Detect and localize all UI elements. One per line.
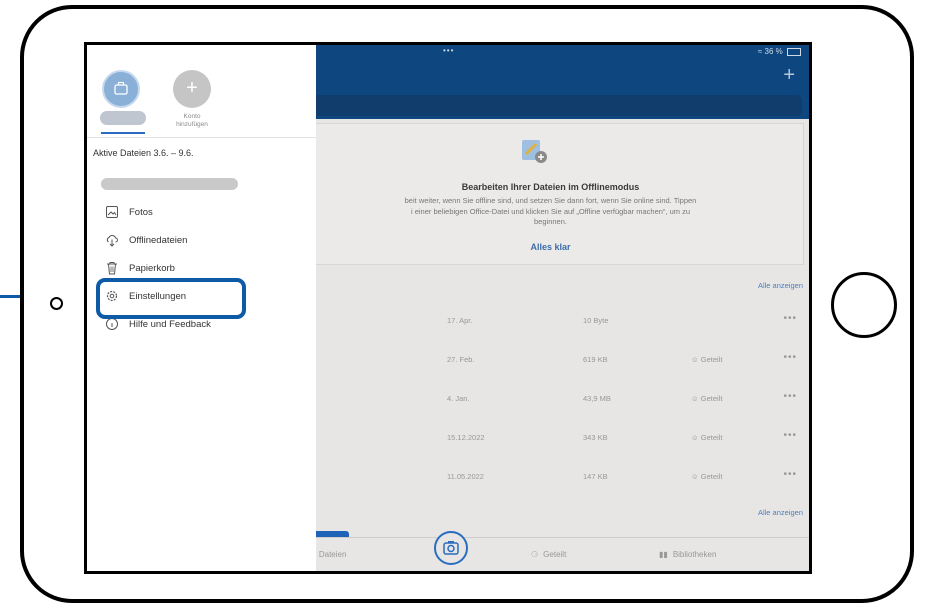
account-email-redacted xyxy=(101,178,238,190)
file-size: 343 KB xyxy=(583,433,608,442)
active-files-label: Aktive Dateien 3.6. – 9.6. xyxy=(93,148,194,158)
shared-label: Geteilt xyxy=(700,472,723,481)
photo-icon xyxy=(106,206,118,218)
offline-body-line: beit weiter, wenn Sie offline sind, und … xyxy=(404,196,697,205)
file-date: 15.12.2022 xyxy=(447,433,485,442)
file-size: 10 Byte xyxy=(583,316,609,325)
divider xyxy=(87,137,316,138)
offline-title: Bearbeiten Ihrer Dateien im Offlinemodus xyxy=(461,182,640,192)
more-options-button[interactable]: ••• xyxy=(783,352,797,363)
people-icon: ☺ xyxy=(691,433,699,442)
add-account-label: Konto hinzufügen xyxy=(159,113,225,129)
more-options-button[interactable]: ••• xyxy=(783,469,797,480)
add-account-label-line: Konto xyxy=(183,113,201,120)
trash-icon xyxy=(107,262,117,275)
cloud-download-icon xyxy=(106,235,118,247)
file-date: 11.05.2022 xyxy=(447,472,484,481)
tab-label: Geteilt xyxy=(543,550,567,559)
file-row[interactable]: 17. Apr. 10 Byte ••• xyxy=(297,307,809,333)
people-icon: ☺ xyxy=(691,394,699,403)
more-options-button[interactable]: ••• xyxy=(783,391,797,402)
camera-button[interactable] xyxy=(434,531,468,565)
menu-item-label: Hilfe und Feedback xyxy=(129,319,211,330)
multitasking-dots: ••• xyxy=(443,46,455,55)
offline-body-line: i einer beliebigen Office-Datei und klic… xyxy=(410,206,691,216)
add-account-button[interactable]: + xyxy=(173,70,211,108)
more-options-button[interactable]: ••• xyxy=(783,430,797,441)
shared-label: Geteilt xyxy=(700,394,723,403)
offline-info-card: Bearbeiten Ihrer Dateien im Offlinemodus… xyxy=(297,123,804,265)
camera-icon xyxy=(443,541,459,555)
file-size: 43,9 MB xyxy=(583,394,611,403)
file-size: 147 KB xyxy=(583,472,608,481)
screen: ••• ≈ 36 % + Bearbeiten Ihrer Dateien im… xyxy=(84,42,812,574)
battery-icon xyxy=(787,47,801,56)
shared-badge: ☺ Geteilt xyxy=(691,394,722,403)
briefcase-icon xyxy=(114,81,128,95)
battery-percent: 36 % xyxy=(764,47,783,56)
front-camera xyxy=(50,297,63,310)
add-button[interactable]: + xyxy=(783,65,795,85)
account-avatar[interactable] xyxy=(102,70,140,108)
menu-item-label: Papierkorb xyxy=(129,263,175,274)
shared-label: Geteilt xyxy=(700,355,723,364)
add-account-label-line: hinzufügen xyxy=(176,121,208,128)
shared-label: Geteilt xyxy=(700,433,723,442)
menu-item-label: Fotos xyxy=(129,207,153,218)
file-row[interactable]: 4. Jan. 43,9 MB ☺ Geteilt ••• xyxy=(297,385,809,411)
search-bar[interactable] xyxy=(312,95,802,116)
shared-badge: ☺ Geteilt xyxy=(691,355,722,364)
tab-label: Dateien xyxy=(318,550,347,559)
people-icon: ⚆ xyxy=(531,550,539,560)
offline-edit-icon xyxy=(522,140,547,163)
wifi-icon: ≈ xyxy=(757,47,763,56)
see-all-link[interactable]: Alle anzeigen xyxy=(758,281,803,290)
file-row[interactable]: 27. Feb. 619 KB ☺ Geteilt ••• xyxy=(297,346,809,372)
help-icon xyxy=(106,318,118,330)
see-all-link[interactable]: Alle anzeigen xyxy=(758,508,803,517)
tab-shared[interactable]: ⚆ Geteilt xyxy=(531,550,566,559)
shared-badge: ☺ Geteilt xyxy=(691,433,722,442)
menu-item-label: Offlinedateien xyxy=(129,235,188,246)
file-date: 4. Jan. xyxy=(447,394,470,403)
side-drawer: + Konto hinzufügen Aktive Dateien 3.6. –… xyxy=(87,45,316,571)
account-name-redacted xyxy=(100,111,146,125)
libraries-icon: ▮▮ xyxy=(659,550,668,560)
tab-libraries[interactable]: ▮▮ Bibliotheken xyxy=(659,550,716,559)
offline-body: beit weiter, wenn Sie offline sind, und … xyxy=(298,196,803,228)
settings-highlight-box xyxy=(96,278,246,319)
got-it-link[interactable]: Alles klar xyxy=(298,242,803,252)
shared-badge: ☺ Geteilt xyxy=(691,472,722,481)
battery-status: ≈ 36 % xyxy=(758,47,801,56)
offline-body-line: beginnen. xyxy=(534,217,567,226)
file-size: 619 KB xyxy=(583,355,608,364)
people-icon: ☺ xyxy=(691,355,699,364)
home-button[interactable] xyxy=(831,272,897,338)
selected-account-indicator xyxy=(101,132,145,134)
file-row[interactable]: 11.05.2022 147 KB ☺ Geteilt ••• xyxy=(297,463,809,489)
file-row[interactable]: 15.12.2022 343 KB ☺ Geteilt ••• xyxy=(297,424,809,450)
tab-label: Bibliotheken xyxy=(672,550,717,559)
file-date: 27. Feb. xyxy=(447,355,475,364)
more-options-button[interactable]: ••• xyxy=(783,313,797,324)
people-icon: ☺ xyxy=(691,472,699,481)
file-date: 17. Apr. xyxy=(447,316,473,325)
